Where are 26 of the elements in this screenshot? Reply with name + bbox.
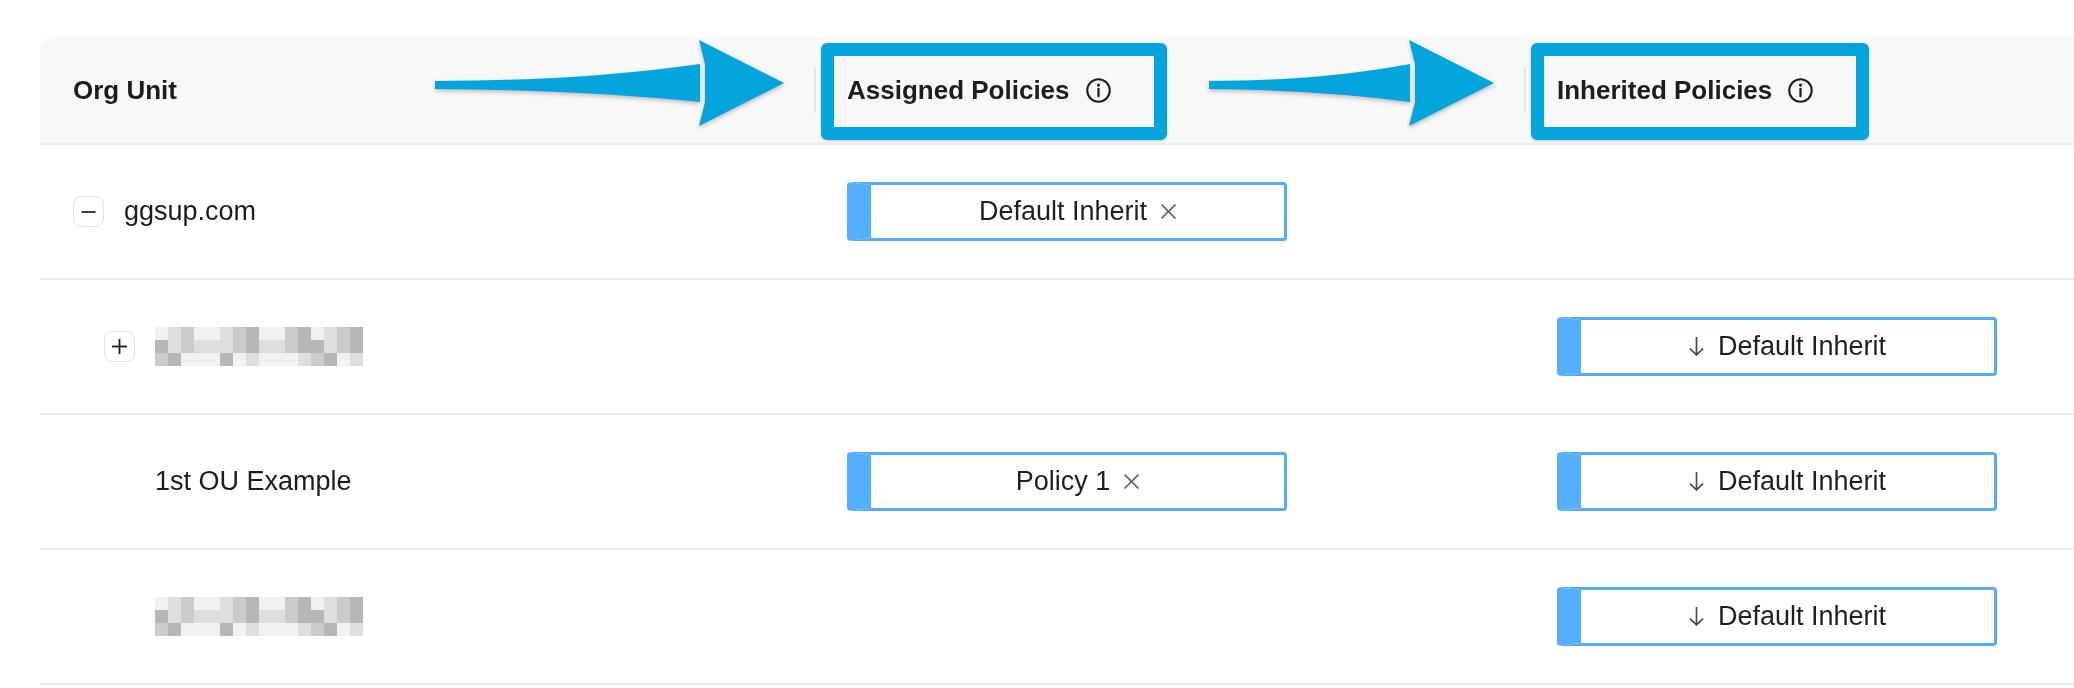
plus-icon: [112, 339, 127, 354]
expand-button[interactable]: [104, 331, 135, 362]
arrow-down-icon: [1688, 607, 1704, 626]
org-unit-name: ggsup.com: [124, 196, 257, 227]
policy-tag[interactable]: Default Inherit: [1557, 452, 1997, 511]
column-header: Org Unit: [73, 74, 177, 106]
column-header: Assigned Policies: [847, 74, 1070, 106]
policy-tag[interactable]: Default Inherit: [847, 182, 1287, 241]
info-icon[interactable]: [1085, 77, 1111, 103]
policy-name: Default Inherit: [1717, 331, 1887, 362]
policy-name: Default Inherit: [978, 196, 1148, 227]
org-unit-name: 1st OU Example: [155, 466, 352, 497]
collapse-button[interactable]: [73, 196, 104, 227]
policy-tag[interactable]: Default Inherit: [1557, 587, 1997, 646]
arrow-down-icon: [1688, 472, 1704, 491]
policy-tag[interactable]: Default Inherit: [1557, 317, 1997, 376]
policy-name: Default Inherit: [1717, 601, 1887, 632]
column-header: Inherited Policies: [1557, 74, 1773, 106]
policy-name: Policy 1: [1015, 466, 1111, 497]
policy-tag[interactable]: Policy 1: [847, 452, 1287, 511]
close-icon[interactable]: [1161, 204, 1177, 219]
arrow-down-icon: [1688, 337, 1704, 356]
policy-name: Default Inherit: [1717, 466, 1887, 497]
minus-icon: [81, 210, 96, 213]
close-icon[interactable]: [1124, 474, 1140, 489]
info-icon[interactable]: [1788, 77, 1814, 103]
